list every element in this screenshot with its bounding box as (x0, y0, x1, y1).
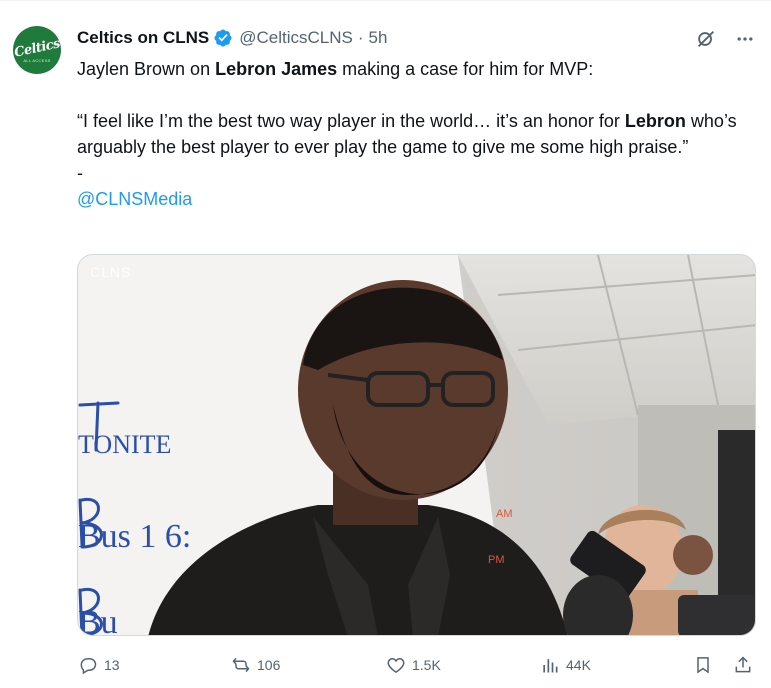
board-text-line-3: Bu (78, 604, 118, 636)
share-icon (732, 654, 754, 676)
verified-badge-icon (213, 28, 233, 48)
bold-name: Lebron James (215, 59, 338, 79)
video-thumbnail[interactable]: CLNS TONITE Bus 1 6: Bu AM PM (77, 254, 756, 636)
avatar-logo-subtext: ALL ACCESS (23, 58, 51, 63)
timestamp[interactable]: 5h (369, 28, 388, 48)
share-button[interactable] (732, 651, 754, 679)
repost-button[interactable]: 106 (230, 651, 280, 679)
avatar-logo-text: Celtics (13, 36, 61, 61)
tweet-text: Jaylen Brown on Lebron James making a ca… (77, 56, 757, 212)
like-button[interactable]: 1.5K (385, 651, 441, 679)
video-watermark: CLNS (90, 264, 131, 280)
display-name[interactable]: Celtics on CLNS (77, 28, 209, 48)
reply-count: 13 (104, 657, 120, 673)
bookmark-icon (692, 654, 714, 676)
avatar[interactable]: Celtics ALL ACCESS (13, 26, 61, 74)
repost-icon (230, 654, 252, 676)
board-text-pm: PM (488, 554, 505, 566)
handle[interactable]: @CelticsCLNS (239, 28, 353, 48)
bookmark-button[interactable] (692, 651, 714, 679)
reply-icon (77, 654, 99, 676)
reply-button[interactable]: 13 (77, 651, 120, 679)
board-text-line-1: TONITE (78, 430, 171, 459)
views-button[interactable]: 44K (539, 651, 591, 679)
like-icon (385, 654, 407, 676)
views-icon (539, 654, 561, 676)
mention-link[interactable]: @CLNSMedia (77, 189, 192, 209)
more-icon[interactable] (733, 27, 757, 51)
tweet-header: Celtics on CLNS @CelticsCLNS · 5h (77, 26, 387, 50)
like-count: 1.5K (412, 657, 441, 673)
tweet-quote: “I feel like I’m the best two way player… (77, 111, 737, 157)
action-bar: 13 106 1.5K 44K (77, 651, 757, 679)
board-text-line-2: Bus 1 6: (78, 518, 191, 555)
grok-icon[interactable] (694, 27, 718, 51)
board-text-am: AM (496, 508, 513, 520)
repost-count: 106 (257, 657, 281, 673)
tweet-line-intro: Jaylen Brown on Lebron James making a ca… (77, 59, 594, 79)
view-count: 44K (566, 657, 591, 673)
tweet-card[interactable]: Celtics ALL ACCESS Celtics on CLNS @Celt… (0, 0, 771, 688)
tweet-dash: - (77, 163, 83, 183)
separator-dot: · (357, 28, 364, 47)
bold-name: Lebron (624, 111, 686, 131)
